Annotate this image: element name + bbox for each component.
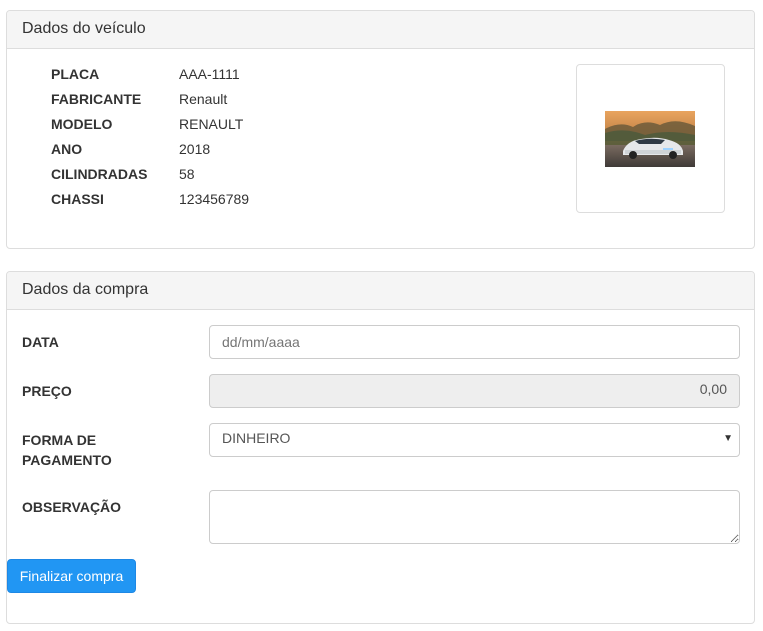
chevron-down-icon: ▼ xyxy=(723,433,733,444)
plate-label: PLACA xyxy=(51,66,100,82)
vehicle-panel-heading: Dados do veículo xyxy=(7,11,754,49)
purchase-data-panel: Dados da compra DATA PREÇO 0,00 FORMA DE… xyxy=(6,271,755,624)
payment-method-label-line2: PAGAMENTO xyxy=(22,452,112,468)
displacement-label: CILINDRADAS xyxy=(51,166,148,182)
date-label: DATA xyxy=(22,334,59,350)
plate-value: AAA-1111 xyxy=(179,66,240,82)
chassis-value: 123456789 xyxy=(179,191,250,207)
finalize-purchase-button[interactable]: Finalizar compra xyxy=(7,559,136,593)
date-input[interactable] xyxy=(209,325,740,359)
manufacturer-label: FABRICANTE xyxy=(51,91,142,107)
vehicle-data-panel: Dados do veículo PLACA AAA-1111 FABRICAN… xyxy=(6,10,755,249)
notes-textarea[interactable] xyxy=(209,490,740,544)
chassis-label: CHASSI xyxy=(51,191,104,207)
notes-label: OBSERVAÇÃO xyxy=(22,499,122,515)
model-value: RENAULT xyxy=(179,116,244,132)
vehicle-image-thumbnail xyxy=(576,64,725,213)
price-label: PREÇO xyxy=(22,383,72,399)
displacement-value: 58 xyxy=(179,166,195,182)
payment-method-selected: DINHEIRO xyxy=(222,430,291,446)
payment-method-label-line1: FORMA DE xyxy=(22,432,97,448)
purchase-panel-heading: Dados da compra xyxy=(7,272,754,310)
year-value: 2018 xyxy=(179,141,211,157)
model-label: MODELO xyxy=(51,116,113,132)
year-label: ANO xyxy=(51,141,83,157)
manufacturer-value: Renault xyxy=(179,91,228,107)
payment-method-select[interactable]: DINHEIRO ▼ xyxy=(209,423,740,457)
price-field: 0,00 xyxy=(209,374,740,408)
vehicle-photo xyxy=(605,111,695,167)
